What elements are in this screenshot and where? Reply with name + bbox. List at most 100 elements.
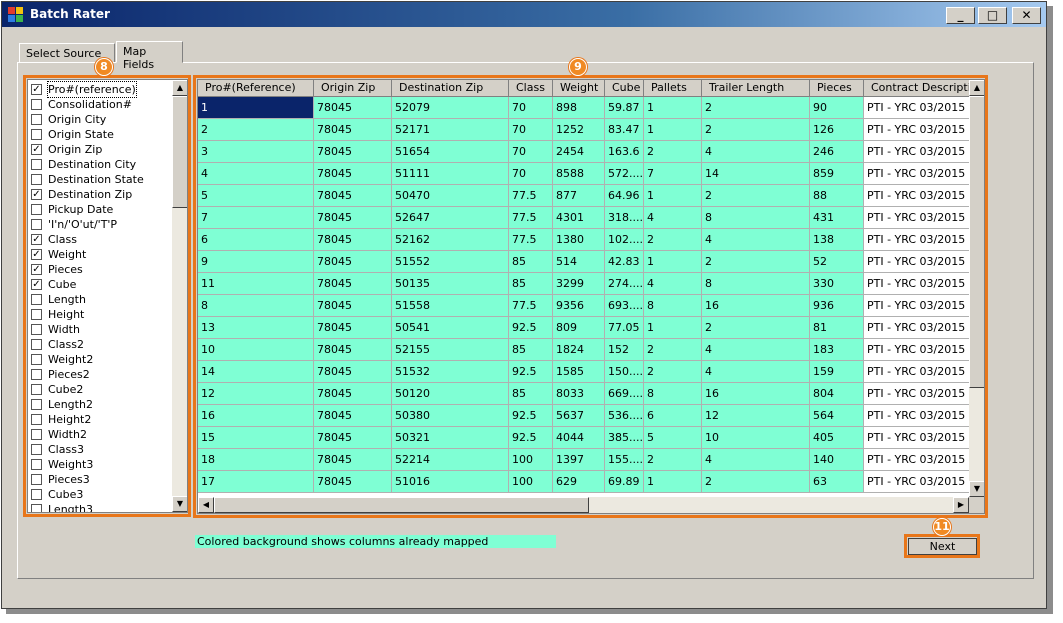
grid-cell[interactable]: 2 [644, 339, 702, 361]
grid-cell[interactable]: 4 [702, 229, 810, 251]
grid-cell[interactable]: 8588 [553, 163, 605, 185]
grid-cell[interactable]: 50120 [392, 383, 509, 405]
grid-cell[interactable]: 52155 [392, 339, 509, 361]
field-list-item[interactable]: ✓ Origin Zip [30, 142, 172, 157]
grid-cell[interactable]: 6 [644, 405, 702, 427]
grid-cell[interactable]: 629 [553, 471, 605, 493]
grid-cell[interactable]: 52 [810, 251, 864, 273]
field-checkbox[interactable] [31, 159, 42, 170]
field-checkbox[interactable] [31, 129, 42, 140]
column-header[interactable]: Weight [553, 80, 605, 97]
grid-scroll-up-arrow-icon[interactable]: ▲ [969, 80, 984, 96]
grid-cell[interactable]: 1 [644, 119, 702, 141]
grid-cell[interactable]: 78045 [314, 427, 392, 449]
field-list-item[interactable]: ✓ Pro#(reference) [30, 81, 172, 98]
title-bar[interactable]: Batch Rater _ □ ✕ [2, 2, 1046, 27]
grid-cell[interactable]: 81 [810, 317, 864, 339]
grid-cell[interactable]: 8 [644, 383, 702, 405]
grid-vertical-scroll-thumb[interactable] [969, 96, 984, 388]
grid-cell[interactable]: PTI - YRC 03/2015 - I [864, 119, 970, 141]
grid-cell[interactable]: 2 [702, 251, 810, 273]
grid-cell[interactable]: PTI - YRC 03/2015 - I [864, 141, 970, 163]
grid-cell[interactable]: 15 [198, 427, 314, 449]
field-list-item[interactable]: Destination City [30, 157, 172, 172]
field-checkbox[interactable] [31, 204, 42, 215]
grid-cell[interactable]: 78045 [314, 163, 392, 185]
grid-cell[interactable]: 92.5 [509, 317, 553, 339]
grid-cell[interactable]: 8 [702, 207, 810, 229]
grid-cell[interactable]: 5 [198, 185, 314, 207]
grid-cell[interactable]: 92.5 [509, 405, 553, 427]
grid-cell[interactable]: 78045 [314, 295, 392, 317]
grid-cell[interactable]: 2 [644, 449, 702, 471]
field-list-item[interactable]: Destination State [30, 172, 172, 187]
grid-horizontal-scroll-thumb[interactable] [214, 497, 589, 513]
grid-scroll-right-arrow-icon[interactable]: ▶ [953, 497, 969, 513]
grid-cell[interactable]: 78045 [314, 97, 392, 119]
grid-cell[interactable]: 2 [644, 141, 702, 163]
grid-cell[interactable]: 52647 [392, 207, 509, 229]
grid-cell[interactable]: 2 [198, 119, 314, 141]
grid-cell[interactable]: PTI - YRC 03/2015 - I [864, 295, 970, 317]
grid-cell[interactable]: PTI - YRC 03/2015 - I [864, 471, 970, 493]
grid-cell[interactable]: 7 [198, 207, 314, 229]
grid-cell[interactable]: 78045 [314, 229, 392, 251]
grid-cell[interactable]: PTI - YRC 03/2015 - I [864, 383, 970, 405]
grid-cell[interactable]: 50541 [392, 317, 509, 339]
field-checkbox[interactable] [31, 174, 42, 185]
grid-cell[interactable]: 431 [810, 207, 864, 229]
grid-cell[interactable]: 78045 [314, 119, 392, 141]
grid-cell[interactable]: 1 [644, 185, 702, 207]
grid-cell[interactable]: 77.05 [605, 317, 644, 339]
grid-cell[interactable]: PTI - YRC 03/2015 - I [864, 361, 970, 383]
field-list-scroll-thumb[interactable] [172, 96, 187, 208]
field-checklist[interactable]: ✓ Pro#(reference) Consolidation# Origin Cit… [27, 79, 188, 513]
grid-cell[interactable]: 2 [702, 471, 810, 493]
grid-cell[interactable]: PTI - YRC 03/2015 - I [864, 405, 970, 427]
grid-cell[interactable]: 78045 [314, 471, 392, 493]
next-button[interactable]: Next [908, 538, 977, 555]
grid-cell[interactable]: 318.... [605, 207, 644, 229]
grid-cell[interactable]: 8 [198, 295, 314, 317]
grid-cell[interactable]: 7 [644, 163, 702, 185]
grid-cell[interactable]: 51558 [392, 295, 509, 317]
grid-cell[interactable]: 155.... [605, 449, 644, 471]
field-list-item[interactable]: Origin State [30, 127, 172, 142]
field-list-item[interactable]: Weight3 [30, 457, 172, 472]
field-list-item[interactable]: Origin City [30, 112, 172, 127]
field-list-item[interactable]: Pieces3 [30, 472, 172, 487]
grid-cell[interactable]: 85 [509, 383, 553, 405]
grid-cell[interactable]: 183 [810, 339, 864, 361]
field-list-item[interactable]: Cube3 [30, 487, 172, 502]
minimize-button[interactable]: _ [946, 7, 975, 24]
grid-cell[interactable]: 52079 [392, 97, 509, 119]
grid-cell[interactable]: 572.... [605, 163, 644, 185]
grid-cell[interactable]: 50470 [392, 185, 509, 207]
grid-cell[interactable]: 4 [644, 207, 702, 229]
grid-cell[interactable]: 85 [509, 273, 553, 295]
grid-cell[interactable]: 78045 [314, 383, 392, 405]
grid-cell[interactable]: 4 [702, 141, 810, 163]
grid-cell[interactable]: 2 [702, 119, 810, 141]
grid-cell[interactable]: 50380 [392, 405, 509, 427]
field-list-item[interactable]: Width2 [30, 427, 172, 442]
grid-cell[interactable]: 693.... [605, 295, 644, 317]
maximize-button[interactable]: □ [978, 7, 1007, 24]
tab-map-fields[interactable]: Map Fields [116, 41, 183, 71]
grid-cell[interactable]: 3299 [553, 273, 605, 295]
grid-cell[interactable]: 63 [810, 471, 864, 493]
grid-cell[interactable]: 8 [702, 273, 810, 295]
grid-cell[interactable]: 78045 [314, 449, 392, 471]
field-checkbox[interactable]: ✓ [31, 189, 42, 200]
grid-cell[interactable]: 52162 [392, 229, 509, 251]
grid-cell[interactable]: PTI - YRC 03/2015 - I [864, 97, 970, 119]
field-checkbox[interactable] [31, 114, 42, 125]
grid-cell[interactable]: PTI - YRC 03/2015 - I [864, 163, 970, 185]
field-list-item[interactable]: Width [30, 322, 172, 337]
grid-cell[interactable]: PTI - YRC 03/2015 - I [864, 207, 970, 229]
grid-cell[interactable]: 385.... [605, 427, 644, 449]
field-checkbox[interactable] [31, 99, 42, 110]
grid-cell[interactable]: 78045 [314, 251, 392, 273]
grid-cell[interactable]: 859 [810, 163, 864, 185]
field-checkbox[interactable] [31, 429, 42, 440]
